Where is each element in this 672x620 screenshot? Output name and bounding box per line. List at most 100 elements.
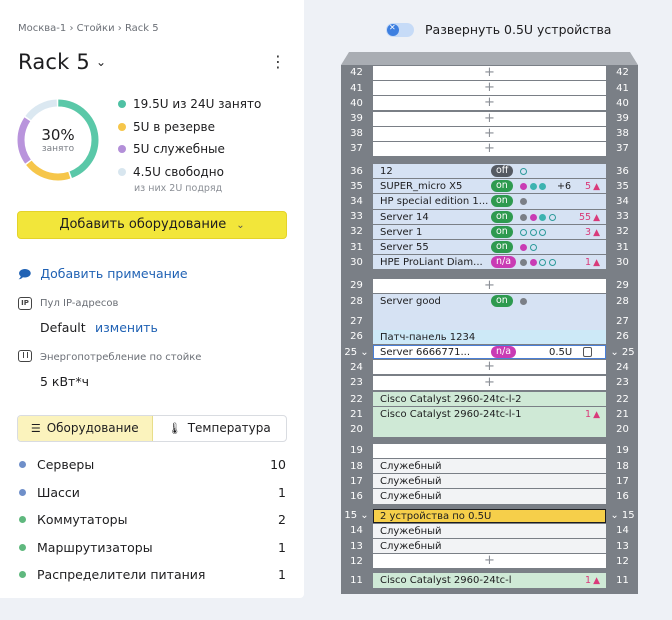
device-slot-35[interactable]: SUPER_micro X5 on +6 5 ▲ [373,179,606,195]
legend-reserved: 5U в резерве [118,118,261,141]
power-label: Энергопотребление по стойке [40,352,202,363]
tab-equipment[interactable]: ☰ Оборудование [18,416,153,441]
category-name: Распределители питания [37,567,206,582]
empty-slot-29[interactable]: + [373,278,606,293]
empty-slot-41[interactable]: + [373,80,606,96]
tab-temperature[interactable]: 🌡 Температура [153,416,287,441]
service-slot-13[interactable]: Служебный [373,539,606,554]
status-badge: n/a [491,256,517,269]
status-badge: on [491,241,513,253]
category-name: Серверы [37,457,95,472]
empty-slot-38[interactable]: + [373,126,606,141]
warning-count: 55 ▲ [579,210,600,226]
breadcrumb[interactable]: Москва-1 › Стойки › Rack 5 [18,23,159,34]
port-dot [520,228,527,236]
empty-slot-37[interactable]: + [373,141,606,157]
rack-top-cap [341,52,638,65]
server-icon: ☰ [30,422,41,435]
legend-text: 4.5U свободно [133,164,224,179]
add-slot-icon: + [484,95,495,111]
service-slot-17[interactable]: Служебный [373,474,606,489]
add-slot-icon: + [484,359,495,375]
device-name: Server 14 [380,211,429,223]
device-slot-31[interactable]: Server 55 on [373,240,606,255]
status-badge: on [491,295,513,307]
empty-slot-40[interactable]: + [373,95,606,111]
device-slot-30[interactable]: HPE ProLiant Diam... n/a 1 ▲ [373,255,606,271]
port-dot [548,259,556,267]
expand-half-unit-label: Развернуть 0.5U устройства [425,22,612,37]
empty-slot-19[interactable] [373,443,606,458]
category-routers[interactable]: Маршрутизаторы 1 [18,538,288,566]
add-note-link[interactable]: 🗩 Добавить примечание [18,265,188,286]
rack-title[interactable]: Rack 5 ⌄ [18,50,106,74]
device-slot-32[interactable]: Server 1 on 3 ▲ [373,224,606,241]
expand-half-unit-toggle[interactable] [386,23,414,37]
category-pdu[interactable]: Распределители питания 1 [18,565,288,593]
rack-info-panel: Москва-1 › Стойки › Rack 5 Rack 5 ⌄ ⋮ 30%… [0,0,304,598]
port-dot [520,168,527,175]
warning-count: 1 ▲ [585,255,600,271]
device-name: 2 устройства по 0.5U [380,510,492,522]
service-slot-14[interactable]: Служебный [373,523,606,538]
empty-slot-42[interactable]: + [373,65,606,81]
port-dot [520,298,527,305]
device-slot-21[interactable]: Cisco Catalyst 2960-24tc-l-1 1 ▲ [373,407,606,438]
warning-count: 3 ▲ [585,225,600,241]
category-chassis[interactable]: Шасси 1 [18,483,288,511]
port-indicators [520,298,530,305]
port-dot [520,244,527,251]
device-name: Служебный [380,461,442,472]
legend-dot [118,100,126,108]
device-name: Служебный [380,525,442,537]
category-dot [19,488,26,496]
power-icon [18,350,32,362]
category-count: 10 [270,457,286,472]
category-count: 1 [278,539,286,555]
device-name: Служебный [380,541,442,552]
port-dot [520,213,527,221]
warning-number: 5 [585,181,592,193]
device-slot-25[interactable]: Server 6666771... n/a 0.5U [373,345,606,360]
legend-dot [118,122,126,131]
warning-icon: ▲ [593,212,600,223]
warning-number: 1 [585,575,592,587]
port-dot [539,228,546,236]
device-name: Cisco Catalyst 2960-24tc-l-2 [380,394,522,406]
category-dot [19,543,26,551]
status-badge: on [491,210,513,223]
device-slot-33[interactable]: Server 14 on 55 ▲ [373,209,606,226]
device-slot-26[interactable]: Патч-панель 1234 [373,329,606,345]
legend-text: 5U служебные [133,142,225,156]
warning-count: 5 ▲ [585,179,600,195]
half-unit-group-15[interactable]: 2 устройства по 0.5U [373,508,606,523]
empty-slot-39[interactable]: + [373,111,606,126]
category-switches[interactable]: Коммутаторы 2 [18,510,288,538]
empty-slot-23[interactable]: + [373,375,606,390]
view-tabs: ☰ Оборудование 🌡 Температура [17,415,287,442]
empty-slot-24[interactable]: + [373,359,606,375]
empty-slot-12[interactable]: + [373,554,606,569]
device-slot-36[interactable]: 12 off [373,164,606,179]
device-name: Server 1 [380,226,423,238]
service-slot-16[interactable]: Служебный [373,489,606,504]
device-slot-22[interactable]: Cisco Catalyst 2960-24tc-l-2 [373,392,606,407]
device-name: HPE ProLiant Diam... [380,257,483,269]
status-badge: on [491,195,513,208]
ip-pool-change-link[interactable]: изменить [95,320,158,335]
device-slot-11[interactable]: Cisco Catalyst 2960-24tc-l 1 ▲ [373,573,606,588]
device-slot-34[interactable]: HP special edition 1... on [373,194,606,209]
add-equipment-button[interactable]: Добавить оборудование ⌄ [17,211,287,239]
service-slot-18[interactable]: Служебный [373,459,606,474]
chevron-down-icon[interactable]: ⌄ [96,55,106,69]
legend-dot [118,167,126,176]
category-servers[interactable]: Серверы 10 [18,455,288,483]
warning-number: 1 [585,257,592,269]
add-slot-icon: + [484,80,495,96]
category-dot [19,461,26,468]
ip-pool-label: Пул IP-адресов [40,298,119,309]
warning-icon: ▲ [593,227,600,238]
category-name: Коммутаторы [37,512,128,527]
category-count: 1 [278,484,286,500]
more-menu-icon[interactable]: ⋮ [270,54,286,70]
